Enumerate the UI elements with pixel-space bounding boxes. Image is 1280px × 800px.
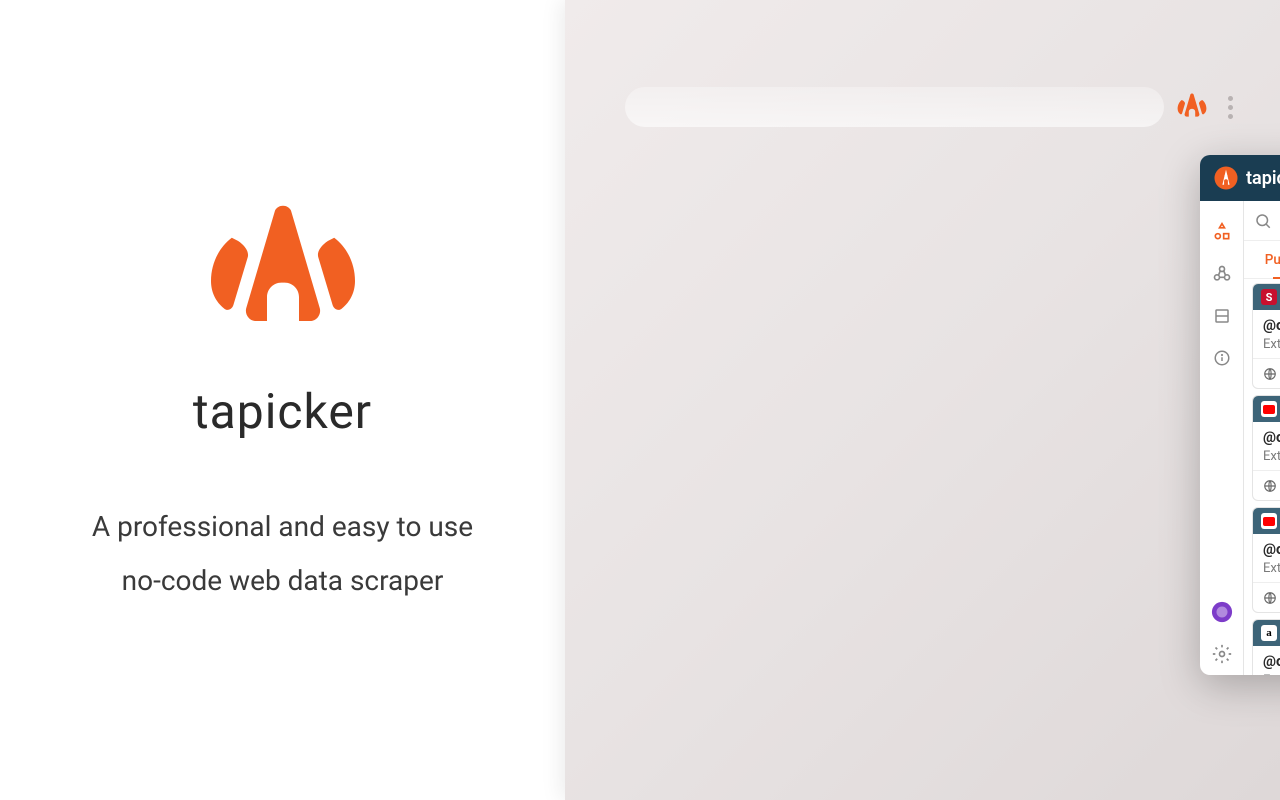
recipe-title: @official/youtube-explore-videos xyxy=(1263,541,1280,558)
recipe-description: Extract Amazon knapsack results xyxy=(1263,673,1280,675)
nav-integrations-icon[interactable] xyxy=(1210,262,1234,286)
address-bar[interactable] xyxy=(625,87,1164,127)
search-icon xyxy=(1254,212,1272,230)
favicon-icon xyxy=(1261,401,1277,417)
side-navigation xyxy=(1200,201,1244,675)
recipe-description: Extract YouTube video information xyxy=(1263,449,1280,464)
recipe-card[interactable]: www.youtube.com @official/youtube-video-… xyxy=(1252,395,1280,501)
recipe-domain-bar: www.youtube.com xyxy=(1253,396,1280,422)
extension-icon[interactable] xyxy=(1176,91,1208,123)
tapicker-logo xyxy=(203,193,363,353)
recipe-meta-row: Public Pins (0) Rows (160) 3 hours ago xyxy=(1253,358,1280,388)
tabs-row: Public Recipes (72) Pinned Recipes (0) M… xyxy=(1244,241,1280,279)
favicon-icon: a xyxy=(1261,625,1277,641)
tab-public-recipes[interactable]: Public Recipes (72) xyxy=(1244,241,1280,278)
recipe-domain-bar: www.youtube.com xyxy=(1253,508,1280,534)
nav-data-icon[interactable] xyxy=(1210,304,1234,328)
recipe-description: Extract shopbop's products xyxy=(1263,337,1280,352)
popup-body: Public Recipes (72) Pinned Recipes (0) M… xyxy=(1200,201,1280,675)
popup-title: tapicker xyxy=(1246,168,1280,189)
tagline: A professional and easy to use no-code w… xyxy=(92,500,473,606)
recipe-title: @official/youtube-video-detail xyxy=(1263,429,1280,446)
recipe-domain-bar: a www.amazon.com xyxy=(1253,620,1280,646)
marketing-panel: tapicker A professional and easy to use … xyxy=(0,0,565,800)
nav-settings-icon[interactable] xyxy=(1210,642,1234,666)
globe-icon xyxy=(1263,591,1277,605)
brand-name: tapicker xyxy=(193,383,372,440)
recipe-meta-row: Public Pins (0) Rows (63) 6 minutes ago xyxy=(1253,582,1280,612)
recipe-meta-row: Public Pins (1) Rows (0) Not used recent… xyxy=(1253,470,1280,500)
globe-icon xyxy=(1263,479,1277,493)
popup-header: tapicker xyxy=(1200,155,1280,201)
popup-logo-icon xyxy=(1214,166,1238,190)
extension-popup: tapicker xyxy=(1200,155,1280,675)
recipe-list: S www.shopbop.com @official/shopbop-prod… xyxy=(1244,279,1280,675)
nav-recipes-icon[interactable] xyxy=(1210,220,1234,244)
recipe-description: Extract popular YouTube Videos xyxy=(1263,561,1280,576)
recipe-card[interactable]: S www.shopbop.com @official/shopbop-prod… xyxy=(1252,283,1280,389)
recipe-card[interactable]: www.youtube.com @official/youtube-explor… xyxy=(1252,507,1280,613)
browser-toolbar xyxy=(625,85,1240,129)
nav-account-icon[interactable] xyxy=(1210,600,1234,624)
recipe-card[interactable]: a www.amazon.com @official/amazon-knapsa… xyxy=(1252,619,1280,675)
browser-menu-icon[interactable] xyxy=(1220,96,1240,119)
screenshot-panel: tapicker xyxy=(565,0,1280,800)
main-content: Public Recipes (72) Pinned Recipes (0) M… xyxy=(1244,201,1280,675)
recipe-title: @official/shopbop-products xyxy=(1263,317,1280,334)
nav-info-icon[interactable] xyxy=(1210,346,1234,370)
recipe-domain-bar: S www.shopbop.com xyxy=(1253,284,1280,310)
globe-icon xyxy=(1263,367,1277,381)
favicon-icon xyxy=(1261,513,1277,529)
favicon-icon: S xyxy=(1261,289,1277,305)
search-row xyxy=(1244,201,1280,241)
recipe-title: @official/amazon-knapsack xyxy=(1263,653,1280,670)
